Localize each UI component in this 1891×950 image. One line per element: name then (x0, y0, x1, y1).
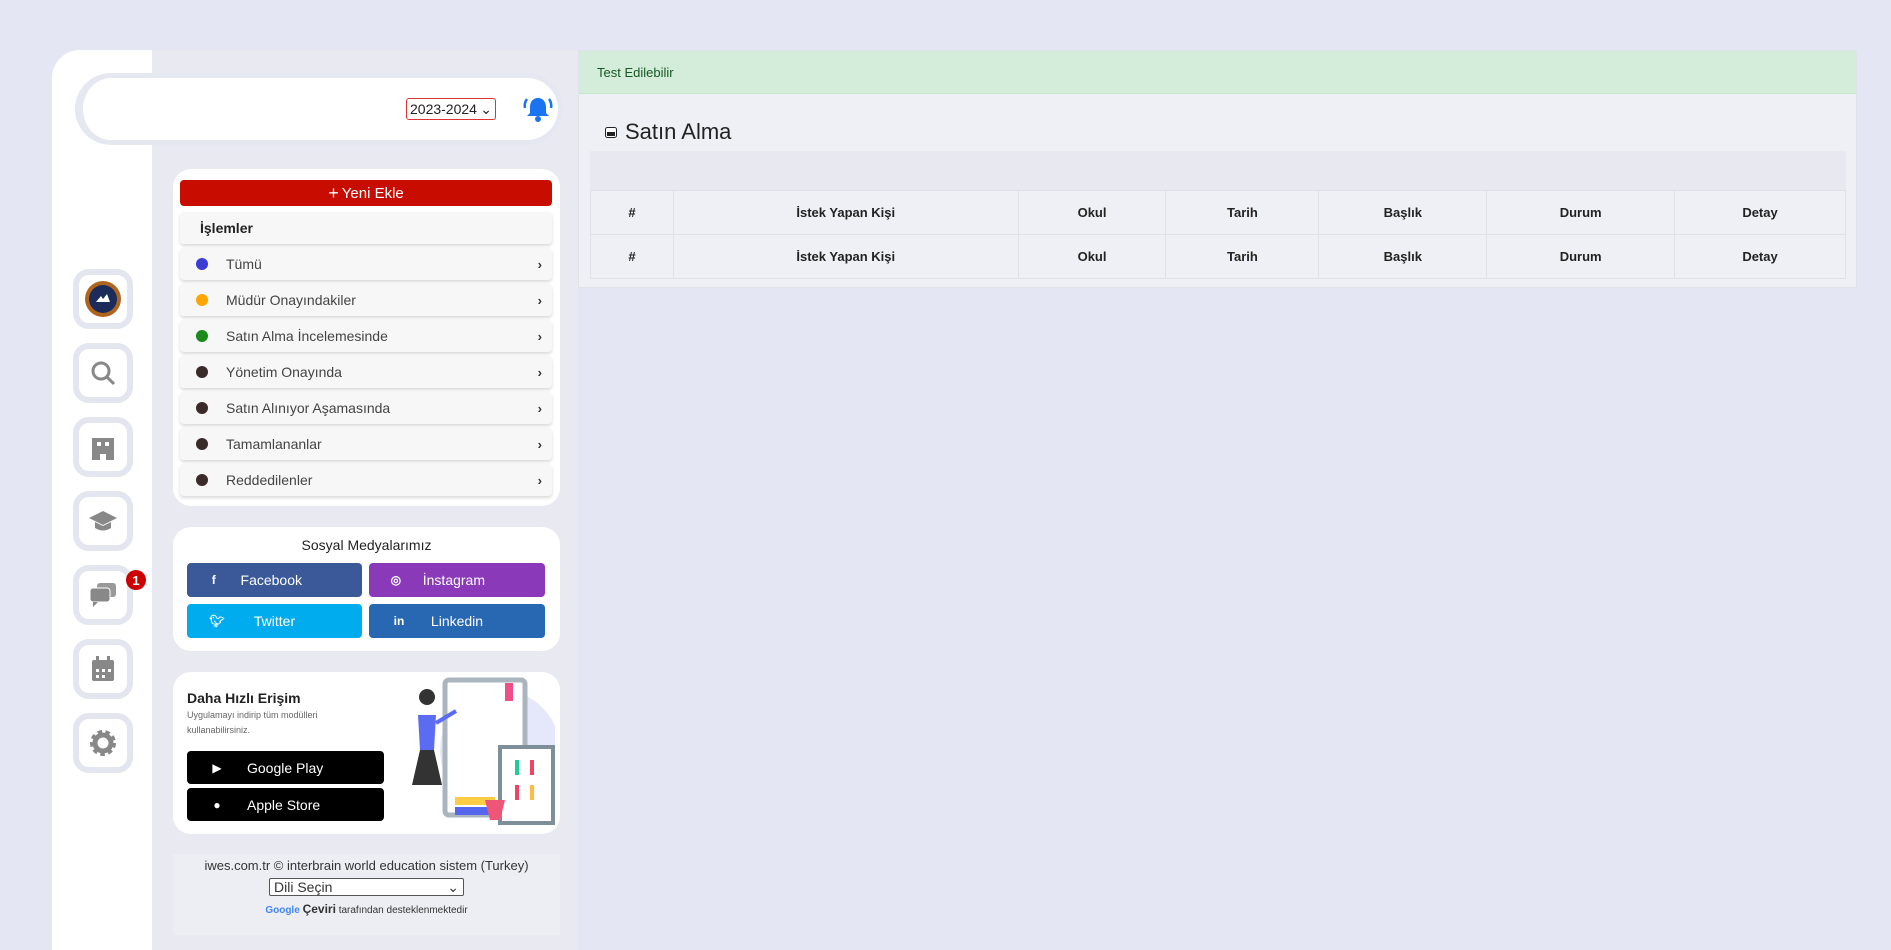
new-add-button[interactable]: + Yeni Ekle (180, 180, 552, 206)
column-header[interactable]: # (590, 190, 674, 235)
language-select[interactable]: Dili Seçin ⌄ (269, 878, 464, 896)
building-icon (92, 438, 114, 460)
status-dot-icon (196, 258, 208, 270)
page-title: Satın Alma (605, 119, 731, 145)
table-footer-row: # İstek Yapan Kişi Okul Tarih Başlık Durum Det… (590, 234, 1846, 279)
messages-button[interactable] (73, 565, 133, 625)
column-header[interactable]: Başlık (1318, 190, 1488, 235)
column-header[interactable]: Tarih (1165, 190, 1320, 235)
column-header[interactable]: Detay (1674, 190, 1846, 235)
main-panel: Test Edilebilir Satın Alma # İstek Yapan … (578, 50, 1857, 288)
status-dot-icon (196, 402, 208, 414)
test-alert: Test Edilebilir (579, 51, 1856, 94)
chevron-right-icon: › (537, 292, 542, 308)
apple-store-button[interactable]: ● Apple Store (187, 788, 384, 821)
bell-icon[interactable] (523, 94, 553, 124)
settings-button[interactable] (73, 713, 133, 773)
instagram-button[interactable]: ◎ İnstagram (369, 563, 545, 597)
plus-icon: + (328, 182, 339, 203)
linkedin-button[interactable]: in Linkedin (369, 604, 545, 638)
chevron-right-icon: › (537, 364, 542, 380)
action-item[interactable]: Müdür Onayındakiler › (180, 284, 552, 316)
status-dot-icon (196, 366, 208, 378)
app-title: Daha Hızlı Erişim (187, 690, 301, 706)
twitter-button[interactable]: 🐦︎ Twitter (187, 604, 362, 638)
action-item[interactable]: Satın Alma İncelemesinde › (180, 320, 552, 352)
action-item[interactable]: Yönetim Onayında › (180, 356, 552, 388)
linkedin-icon: in (393, 614, 405, 628)
message-count-badge: 1 (126, 570, 146, 590)
table-toolbar (590, 151, 1846, 190)
purchase-table: # İstek Yapan Kişi Okul Tarih Başlık Durum Det… (590, 190, 1846, 279)
column-header[interactable]: İstek Yapan Kişi (672, 234, 1019, 279)
chevron-right-icon: › (537, 472, 542, 488)
table-header-row: # İstek Yapan Kişi Okul Tarih Başlık Durum Det… (590, 190, 1846, 235)
school-logo[interactable] (73, 269, 133, 329)
action-item[interactable]: Satın Alınıyor Aşamasında › (180, 392, 552, 424)
column-header[interactable]: Okul (1017, 234, 1167, 279)
status-dot-icon (196, 294, 208, 306)
google-play-button[interactable]: ▶ Google Play (187, 751, 384, 784)
apple-icon: ● (213, 797, 221, 812)
chat-icon (89, 583, 116, 607)
instagram-icon: ◎ (390, 573, 402, 587)
translate-link[interactable]: Çeviri (303, 902, 336, 916)
column-header[interactable]: Durum (1486, 190, 1676, 235)
inbox-icon (605, 126, 617, 138)
copyright-text: iwes.com.tr © interbrain world education… (204, 858, 529, 873)
year-select[interactable]: 2023-2024 ⌄ (406, 98, 496, 120)
status-dot-icon (196, 438, 208, 450)
logo-icon (85, 281, 121, 317)
graduation-cap-icon (89, 511, 117, 531)
column-header[interactable]: İstek Yapan Kişi (672, 190, 1019, 235)
school-button[interactable] (73, 417, 133, 477)
action-item[interactable]: Tümü › (180, 248, 552, 280)
facebook-button[interactable]: f Facebook (187, 563, 362, 597)
search-button[interactable] (73, 343, 133, 403)
gear-icon (90, 730, 116, 756)
social-title: Sosyal Medyalarımız (301, 537, 432, 553)
column-header[interactable]: Okul (1017, 190, 1167, 235)
chevron-right-icon: › (537, 328, 542, 344)
column-header[interactable]: Detay (1674, 234, 1846, 279)
action-item[interactable]: Tamamlananlar › (180, 428, 552, 460)
education-button[interactable] (73, 491, 133, 551)
twitter-icon: 🐦︎ (209, 614, 225, 628)
footer: iwes.com.tr © interbrain world education… (173, 854, 560, 935)
chevron-right-icon: › (537, 400, 542, 416)
status-dot-icon (196, 474, 208, 486)
google-translate-attribution: Google Çeviri tarafından desteklenmekted… (265, 902, 468, 916)
action-item[interactable]: Reddedilenler › (180, 464, 552, 496)
calendar-icon (92, 656, 114, 681)
search-icon (91, 361, 116, 386)
calendar-button[interactable] (73, 639, 133, 699)
facebook-icon: f (211, 573, 216, 587)
column-header[interactable]: Tarih (1165, 234, 1320, 279)
play-icon: ▶ (212, 760, 222, 775)
app-description: Uygulamayı indirip tüm modülleri kullana… (187, 710, 318, 735)
column-header[interactable]: # (590, 234, 674, 279)
app-illustration (412, 677, 555, 825)
status-dot-icon (196, 330, 208, 342)
google-logo: Google (265, 905, 300, 916)
column-header[interactable]: Durum (1486, 234, 1676, 279)
column-header[interactable]: Başlık (1318, 234, 1488, 279)
chevron-right-icon: › (537, 436, 542, 452)
chevron-right-icon: › (537, 256, 542, 272)
actions-section-title: İşlemler (180, 212, 552, 244)
